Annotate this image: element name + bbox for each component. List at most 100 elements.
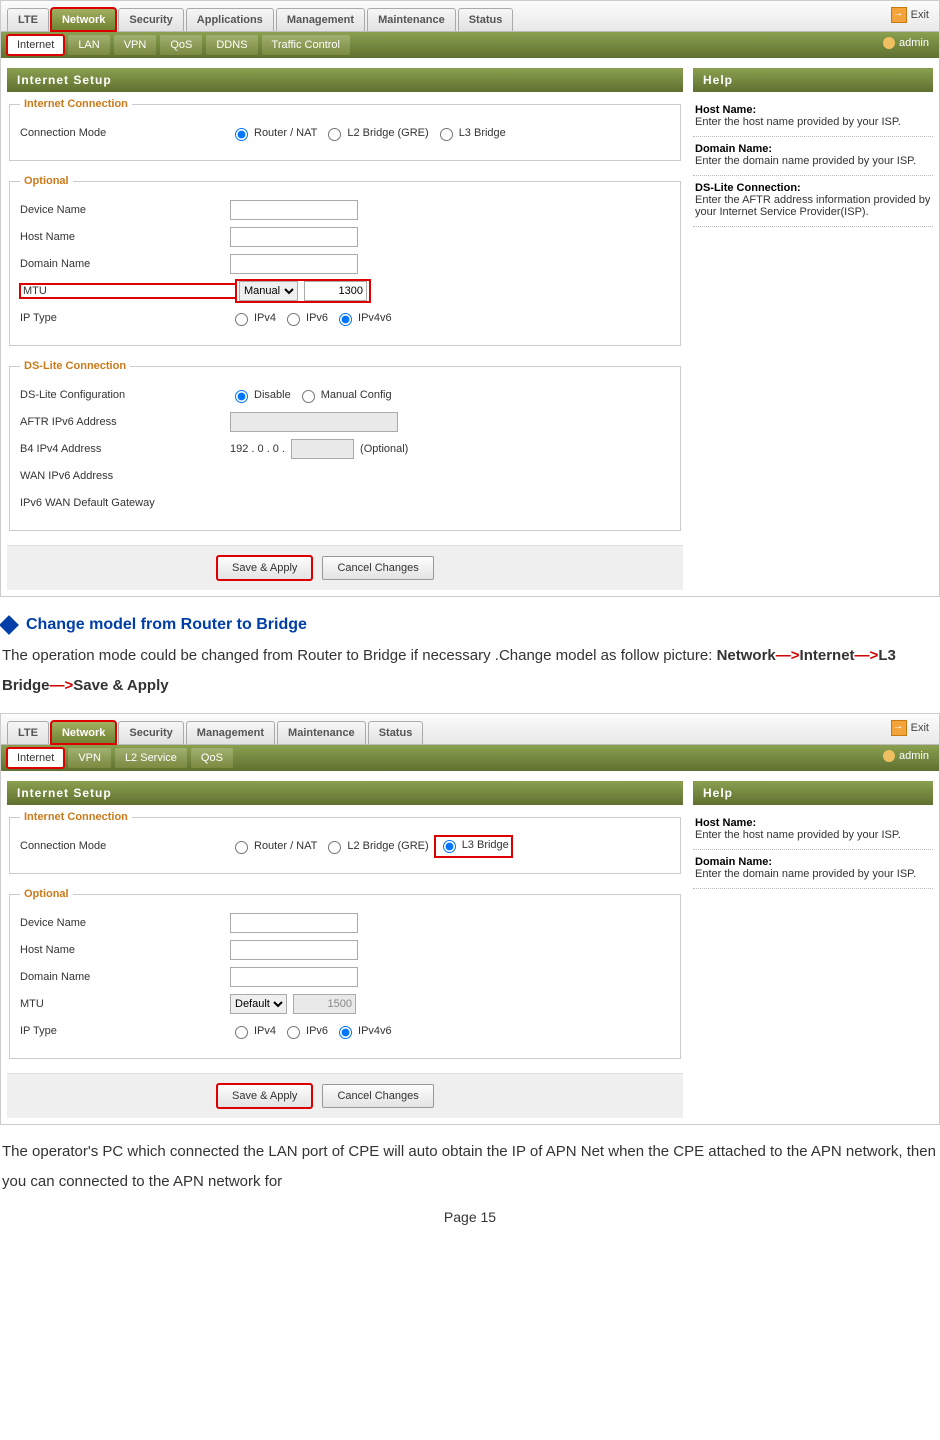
tab-lte[interactable]: LTE [7,8,49,31]
subtab-internet[interactable]: Internet [7,35,64,55]
tab-management[interactable]: Management [276,8,365,31]
fieldset-internet-connection-2: Internet Connection Connection Mode Rout… [9,811,681,874]
tab2-network[interactable]: Network [51,721,116,744]
help-dslite: DS-Lite Connection:Enter the AFTR addres… [693,176,933,227]
tab2-management[interactable]: Management [186,721,275,744]
fieldset-optional-2: Optional Device Name Host Name Domain Na… [9,888,681,1059]
user-label-2: admin [899,750,929,762]
help-domain-name: Domain Name:Enter the domain name provid… [693,137,933,176]
label2-host-name: Host Name [20,944,230,956]
doc-p1: The operation mode could be changed from… [2,647,717,664]
tab2-lte[interactable]: LTE [7,721,49,744]
subtab-qos[interactable]: QoS [160,35,202,55]
screenshot-1: LTE Network Security Applications Manage… [0,0,940,597]
subtab2-internet[interactable]: Internet [7,748,64,768]
subtab2-qos[interactable]: QoS [191,748,233,768]
button-bar: Save & Apply Cancel Changes [7,545,683,590]
save-apply-button[interactable]: Save & Apply [217,556,312,580]
diamond-icon [0,615,19,635]
section-title-2: Internet Setup [7,781,683,805]
tab2-status[interactable]: Status [368,721,424,744]
radio-ipv6[interactable]: IPv6 [282,310,328,326]
label-connection-mode-2: Connection Mode [20,840,230,852]
subtab2-l2service[interactable]: L2 Service [115,748,187,768]
radio2-l3-bridge[interactable]: L3 Bridge [438,837,509,853]
subtab-ddns[interactable]: DDNS [206,35,257,55]
tab-applications[interactable]: Applications [186,8,274,31]
legend-internet-connection: Internet Connection [20,98,132,110]
section-title: Internet Setup [7,68,683,92]
input-b4 [291,439,354,459]
label2-mtu: MTU [20,998,230,1010]
user-icon [883,37,895,49]
label-b4: B4 IPv4 Address [20,443,230,455]
subtab-traffic[interactable]: Traffic Control [262,35,350,55]
fieldset-optional: Optional Device Name Host Name Domain Na… [9,175,681,346]
label2-domain-name: Domain Name [20,971,230,983]
tab2-security[interactable]: Security [118,721,183,744]
input-domain-name[interactable] [230,254,358,274]
radio-disable[interactable]: Disable [230,387,291,403]
cancel-button-2[interactable]: Cancel Changes [322,1084,433,1108]
tab-security[interactable]: Security [118,8,183,31]
label-wan-ipv6: WAN IPv6 Address [20,470,230,482]
label2-ip-type: IP Type [20,1025,230,1037]
input-aftr [230,412,398,432]
radio-ipv4v6[interactable]: IPv4v6 [334,310,392,326]
label-ip-type: IP Type [20,312,230,324]
input-mtu-value[interactable] [304,281,367,301]
tab2-maintenance[interactable]: Maintenance [277,721,366,744]
legend-dslite: DS-Lite Connection [20,360,130,372]
radio-ipv4[interactable]: IPv4 [230,310,276,326]
subtab-lan[interactable]: LAN [68,35,109,55]
radio2-ipv4[interactable]: IPv4 [230,1023,276,1039]
doc-heading: Change model from Router to Bridge [2,609,938,641]
tab-maintenance[interactable]: Maintenance [367,8,456,31]
exit-link[interactable]: Exit [891,7,929,23]
path-save: Save & Apply [73,677,168,694]
path-network: Network [717,647,776,664]
radio2-ipv4v6[interactable]: IPv4v6 [334,1023,392,1039]
user-indicator: admin [883,37,929,49]
button-bar-2: Save & Apply Cancel Changes [7,1073,683,1118]
subtab-vpn[interactable]: VPN [114,35,157,55]
radio2-router-nat[interactable]: Router / NAT [230,838,317,854]
input-device-name[interactable] [230,200,358,220]
label2-device-name: Device Name [20,917,230,929]
exit-icon-2 [891,720,907,736]
label-aftr: AFTR IPv6 Address [20,416,230,428]
user-label: admin [899,37,929,49]
input2-mtu-value [293,994,356,1014]
radio2-ipv6[interactable]: IPv6 [282,1023,328,1039]
label-mtu: MTU [20,284,236,298]
tab-status[interactable]: Status [458,8,514,31]
radio2-l2-bridge[interactable]: L2 Bridge (GRE) [323,838,428,854]
label-device-name: Device Name [20,204,230,216]
radio-l3-bridge[interactable]: L3 Bridge [435,125,506,141]
exit-link-2[interactable]: Exit [891,720,929,736]
save-apply-button-2[interactable]: Save & Apply [217,1084,312,1108]
cancel-button[interactable]: Cancel Changes [322,556,433,580]
label-host-name: Host Name [20,231,230,243]
tab-network[interactable]: Network [51,8,116,31]
select-mtu-mode[interactable]: Manual [239,281,298,301]
input2-host-name[interactable] [230,940,358,960]
main-nav: LTE Network Security Applications Manage… [1,1,939,32]
input2-domain-name[interactable] [230,967,358,987]
legend-ic-2: Internet Connection [20,811,132,823]
label-connection-mode: Connection Mode [20,127,230,139]
radio-router-nat[interactable]: Router / NAT [230,125,317,141]
radio-l2-bridge[interactable]: L2 Bridge (GRE) [323,125,428,141]
help-host-name: Host Name:Enter the host name provided b… [693,98,933,137]
fieldset-dslite: DS-Lite Connection DS-Lite Configuration… [9,360,681,531]
screenshot-2: LTE Network Security Management Maintena… [0,713,940,1125]
doc-text: Change model from Router to Bridge The o… [2,609,938,701]
radio-manual-config[interactable]: Manual Config [297,387,392,403]
exit-label-2: Exit [911,722,929,734]
select2-mtu-mode[interactable]: Default [230,994,287,1014]
legend-optional-2: Optional [20,888,73,900]
subtab2-vpn[interactable]: VPN [68,748,111,768]
main-nav-2: LTE Network Security Management Maintena… [1,714,939,745]
input2-device-name[interactable] [230,913,358,933]
input-host-name[interactable] [230,227,358,247]
